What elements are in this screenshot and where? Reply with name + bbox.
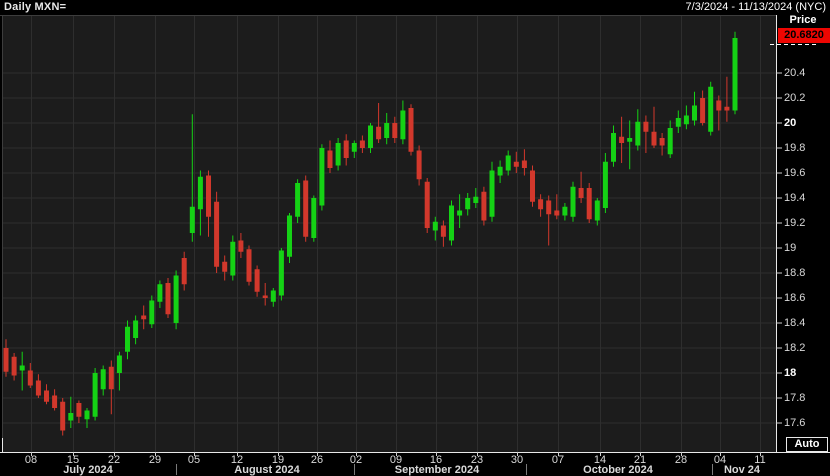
price-tick-label: 18 <box>784 367 828 379</box>
date-tick-label: 07 <box>552 454 564 466</box>
price-tick-label: 20.4 <box>784 67 828 79</box>
price-tick-label: 19.6 <box>784 167 828 179</box>
last-price-badge: 20.6820 <box>778 28 830 43</box>
month-label: October 2024 <box>583 464 653 476</box>
price-tick-label: 19.4 <box>784 192 828 204</box>
month-separator <box>712 464 713 475</box>
price-tick-label: 17.6 <box>784 417 828 429</box>
price-tick-label: 20.2 <box>784 92 828 104</box>
date-tick-label: 05 <box>188 454 200 466</box>
date-tick-label: 02 <box>350 454 362 466</box>
chart-header: Daily MXN= 7/3/2024 - 11/13/2024 (NYC) <box>0 0 830 15</box>
chart-title: Daily MXN= <box>4 1 66 13</box>
price-tick-label: 19 <box>784 242 828 254</box>
price-tick-label: 18.2 <box>784 342 828 354</box>
price-tick-label: 18.4 <box>784 317 828 329</box>
date-tick-label: 28 <box>675 454 687 466</box>
month-label: July 2024 <box>63 464 113 476</box>
chart-window: Daily MXN= 7/3/2024 - 11/13/2024 (NYC) P… <box>0 0 830 476</box>
month-label: Nov 24 <box>724 464 760 476</box>
price-tick-label: 19.8 <box>784 142 828 154</box>
candlestick-plot[interactable] <box>0 0 830 476</box>
price-tick-label: 19.2 <box>784 217 828 229</box>
month-separator <box>526 464 527 475</box>
price-axis-label: Price <box>778 14 828 26</box>
chart-date-range: 7/3/2024 - 11/13/2024 (NYC) <box>686 1 826 13</box>
month-label: August 2024 <box>234 464 299 476</box>
price-tick-label: 20 <box>784 117 828 129</box>
date-tick-label: 30 <box>511 454 523 466</box>
chart-canvas <box>0 0 830 476</box>
date-tick-label: 08 <box>25 454 37 466</box>
price-tick-label: 17.8 <box>784 392 828 404</box>
month-separator <box>354 464 355 475</box>
auto-scale-button[interactable]: Auto <box>786 437 828 452</box>
date-tick-label: 26 <box>311 454 323 466</box>
plot-background <box>2 16 776 452</box>
month-label: September 2024 <box>395 464 479 476</box>
month-separator <box>176 464 177 475</box>
price-tick-label: 18.6 <box>784 292 828 304</box>
date-tick-label: 29 <box>149 454 161 466</box>
price-tick-label: 18.8 <box>784 267 828 279</box>
